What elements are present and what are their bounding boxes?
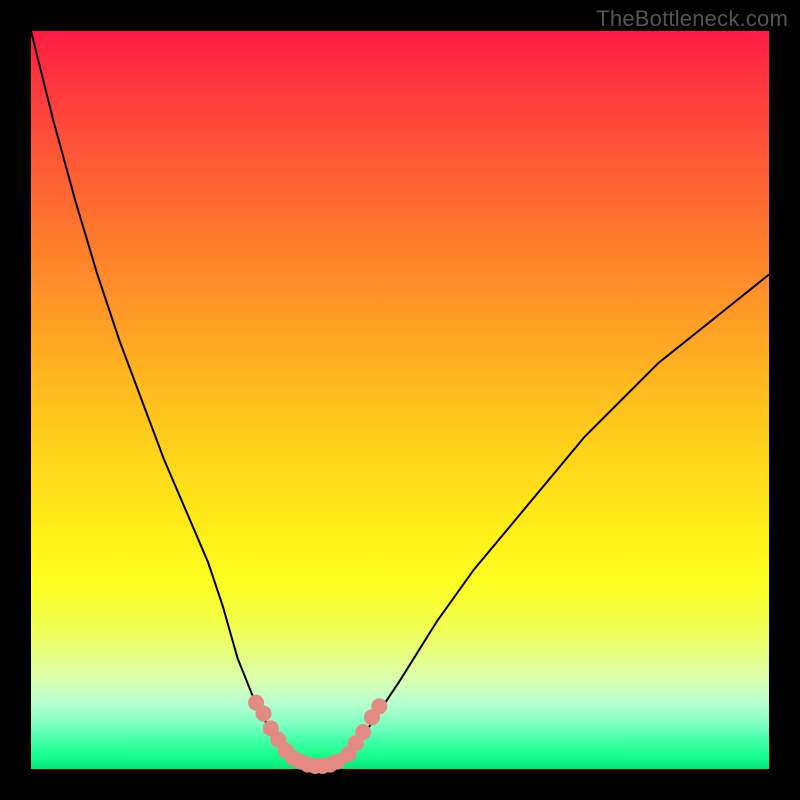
curve-right-curve (341, 275, 769, 762)
plot-area (31, 31, 769, 769)
watermark-text: TheBottleneck.com (596, 6, 788, 32)
marker-dot (371, 698, 387, 714)
curve-group (31, 31, 769, 769)
marker-group (248, 695, 387, 774)
chart-svg (31, 31, 769, 769)
curve-left-curve (31, 31, 297, 762)
marker-dot (355, 724, 371, 740)
outer-frame: TheBottleneck.com (0, 0, 800, 800)
marker-dot (256, 706, 272, 722)
